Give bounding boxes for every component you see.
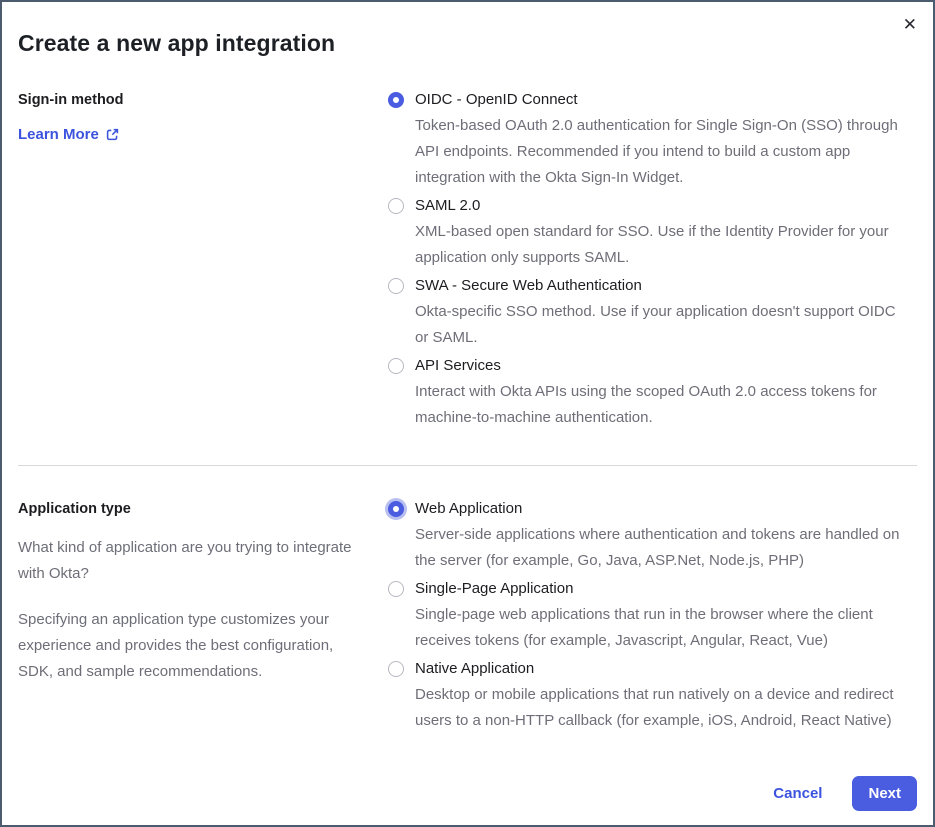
radio-selected-icon[interactable]: [388, 92, 404, 108]
radio-unselected-icon[interactable]: [388, 278, 404, 294]
option-native-application: Native Application Desktop or mobile app…: [388, 657, 917, 734]
option-api-services-description: Interact with Okta APIs using the scoped…: [415, 383, 877, 426]
next-button[interactable]: Next: [852, 776, 917, 811]
learn-more-label: Learn More: [18, 126, 99, 143]
radio-single-page-application[interactable]: Single-Page Application: [388, 577, 917, 601]
option-single-page-application: Single-Page Application Single-page web …: [388, 577, 917, 654]
option-api-services: API Services Interact with Okta APIs usi…: [388, 354, 917, 431]
option-oidc-description: Token-based OAuth 2.0 authentication for…: [415, 117, 898, 186]
close-button[interactable]: ✕: [899, 12, 921, 37]
create-app-integration-dialog: ✕ Create a new app integration Sign-in m…: [2, 2, 933, 825]
option-web-application-label: Web Application: [415, 500, 523, 517]
application-type-hint: Specifying an application type customize…: [18, 611, 334, 680]
radio-unselected-icon[interactable]: [388, 661, 404, 677]
option-native-application-label: Native Application: [415, 660, 535, 677]
option-swa-description: Okta-specific SSO method. Use if your ap…: [415, 303, 896, 346]
dialog-header: Create a new app integration: [18, 2, 917, 57]
signin-method-left-column: Sign-in method Learn More: [18, 88, 376, 434]
learn-more-link[interactable]: Learn More: [18, 126, 119, 143]
radio-unselected-icon[interactable]: [388, 581, 404, 597]
option-swa: SWA - Secure Web Authentication Okta-spe…: [388, 274, 917, 351]
radio-swa[interactable]: SWA - Secure Web Authentication: [388, 274, 917, 298]
radio-unselected-icon[interactable]: [388, 198, 404, 214]
radio-selected-icon[interactable]: [388, 501, 404, 517]
application-type-section: Application type What kind of applicatio…: [18, 497, 917, 737]
application-type-label: Application type: [18, 501, 131, 517]
option-api-services-label: API Services: [415, 357, 501, 374]
option-swa-label: SWA - Secure Web Authentication: [415, 277, 642, 294]
option-oidc: OIDC - OpenID Connect Token-based OAuth …: [388, 88, 917, 191]
option-native-application-description: Desktop or mobile applications that run …: [415, 686, 894, 729]
external-link-icon: [106, 128, 119, 141]
dialog-footer: Cancel Next: [773, 776, 917, 811]
application-type-question: What kind of application are you trying …: [18, 539, 352, 582]
option-web-application-description: Server-side applications where authentic…: [415, 526, 900, 569]
option-single-page-application-label: Single-Page Application: [415, 580, 574, 597]
option-oidc-label: OIDC - OpenID Connect: [415, 91, 578, 108]
radio-native-application[interactable]: Native Application: [388, 657, 917, 681]
section-divider: [18, 465, 917, 466]
close-icon: ✕: [902, 15, 917, 34]
application-type-left-column: Application type What kind of applicatio…: [18, 497, 376, 737]
option-saml-description: XML-based open standard for SSO. Use if …: [415, 223, 889, 266]
option-saml: SAML 2.0 XML-based open standard for SSO…: [388, 194, 917, 271]
signin-method-label: Sign-in method: [18, 92, 124, 108]
radio-api-services[interactable]: API Services: [388, 354, 917, 378]
radio-saml[interactable]: SAML 2.0: [388, 194, 917, 218]
radio-unselected-icon[interactable]: [388, 358, 404, 374]
option-saml-label: SAML 2.0: [415, 197, 481, 214]
dialog-title: Create a new app integration: [18, 30, 336, 56]
application-type-options: Web Application Server-side applications…: [388, 497, 917, 737]
signin-method-options: OIDC - OpenID Connect Token-based OAuth …: [388, 88, 917, 434]
radio-web-application[interactable]: Web Application: [388, 497, 917, 521]
signin-method-section: Sign-in method Learn More OIDC - OpenID …: [18, 88, 917, 434]
cancel-button[interactable]: Cancel: [773, 785, 822, 802]
option-web-application: Web Application Server-side applications…: [388, 497, 917, 574]
option-single-page-application-description: Single-page web applications that run in…: [415, 606, 873, 649]
radio-oidc[interactable]: OIDC - OpenID Connect: [388, 88, 917, 112]
